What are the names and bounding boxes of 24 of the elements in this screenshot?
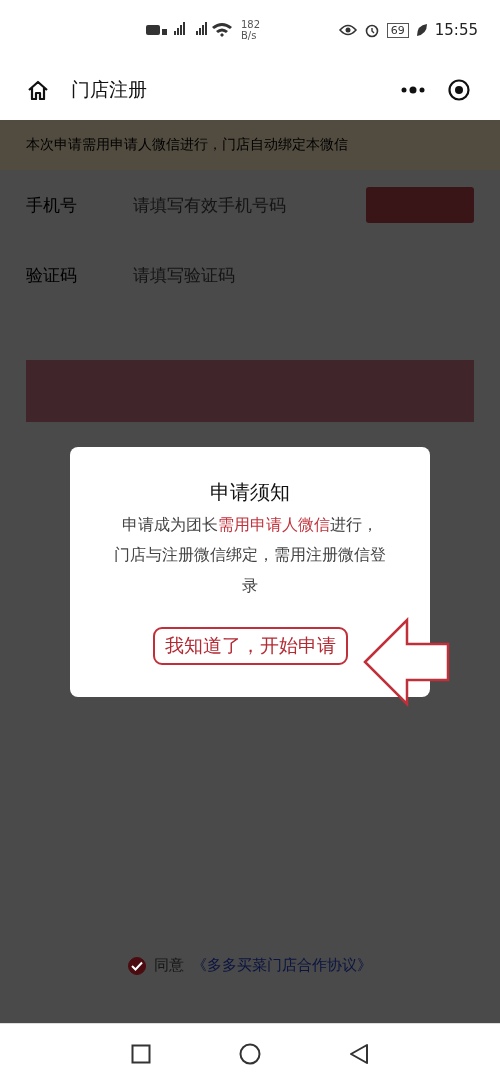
field-label: 验证码	[26, 263, 78, 287]
battery-level: 69	[386, 22, 409, 38]
confirm-button[interactable]: 我知道了，开始申请	[152, 627, 348, 666]
clock-time: 15:55	[434, 21, 478, 39]
eye-icon	[338, 24, 357, 36]
field-label: 手机号	[26, 193, 78, 217]
dialog-message: 申请成为团长需用申请人微信进行，	[121, 514, 379, 536]
speed-unit: B/s	[241, 30, 258, 41]
notice-banner: 本次申请需用申请人微信进行，门店自动绑定本微信	[0, 120, 500, 170]
dialog-message: 门店与注册微信绑定，需用注册微信登录	[113, 544, 387, 597]
more-icon[interactable]	[400, 86, 426, 94]
network-speed: 182	[241, 19, 261, 30]
back-icon[interactable]	[349, 1043, 369, 1065]
circle-icon[interactable]	[239, 1043, 261, 1065]
square-icon[interactable]	[131, 1044, 151, 1064]
page-title: 门店注册	[71, 77, 147, 102]
dialog-title: 申请须知	[210, 479, 290, 506]
checkmark-icon	[131, 960, 143, 971]
signal-icon	[146, 21, 234, 39]
close-icon[interactable]	[448, 79, 470, 101]
leaf-icon	[415, 23, 428, 37]
alarm-icon	[363, 22, 380, 38]
checkbox[interactable]	[128, 956, 146, 975]
home-icon[interactable]	[27, 80, 49, 100]
